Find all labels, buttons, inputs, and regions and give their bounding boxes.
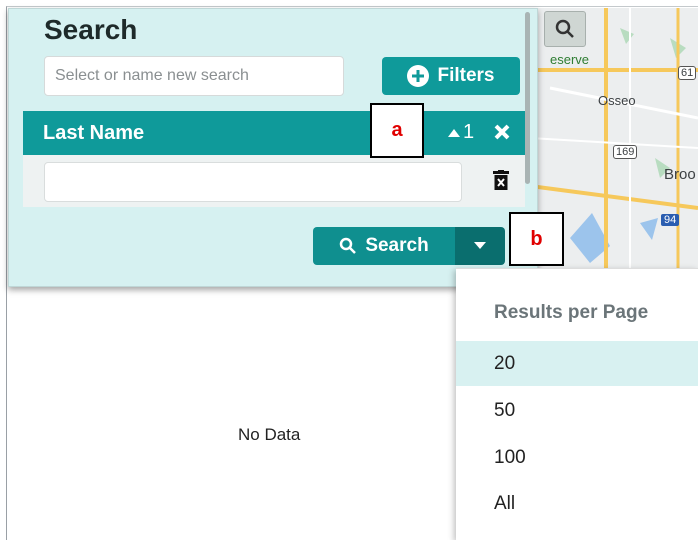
no-data-message: No Data [238, 425, 301, 444]
map-label-route-61: 61 [678, 66, 697, 80]
search-options-dropdown-button[interactable] [455, 227, 505, 265]
trash-icon [493, 170, 509, 190]
remove-filter-button[interactable] [493, 121, 511, 147]
caret-up-icon [448, 128, 460, 137]
filters-button[interactable]: Filters [382, 57, 520, 95]
annotation-a: a [370, 103, 424, 158]
last-name-filter-input[interactable] [44, 162, 462, 202]
filter-row-header: Last Name 1 [23, 111, 525, 155]
menu-header: Results per Page [494, 302, 649, 323]
magnifier-icon [555, 19, 574, 38]
map-label-route-94: 94 [661, 214, 680, 226]
menu-item-100[interactable]: 100 [456, 435, 698, 480]
map-label-route-169: 169 [613, 145, 638, 159]
search-button-label: Search [365, 235, 429, 256]
menu-item-all[interactable]: All [456, 481, 698, 526]
map-search-button[interactable] [544, 11, 586, 47]
plus-circle-icon [407, 65, 430, 87]
search-button[interactable]: Search [313, 227, 455, 265]
annotation-b: b [509, 212, 564, 266]
caret-down-icon [474, 242, 486, 249]
menu-item-20[interactable]: 20 [456, 341, 698, 386]
search-panel-title: Search [44, 14, 138, 45]
panel-scrollbar[interactable] [525, 12, 530, 184]
menu-item-50[interactable]: 50 [456, 388, 698, 433]
map-label-brooklyn: Broo [664, 166, 696, 183]
sort-order-indicator[interactable]: 1 [447, 121, 474, 144]
results-per-page-menu: Results per Page 20 50 100 All [456, 268, 698, 540]
search-icon [340, 237, 357, 254]
map-label-osseo: Osseo [598, 93, 636, 108]
delete-filter-button[interactable] [493, 170, 509, 195]
close-icon [494, 124, 510, 140]
filters-button-label: Filters [437, 65, 495, 86]
sort-order-number: 1 [463, 121, 475, 143]
filter-field-label: Last Name [43, 122, 145, 144]
map-label-reserve: eserve [550, 52, 590, 67]
saved-search-input[interactable] [44, 56, 344, 96]
